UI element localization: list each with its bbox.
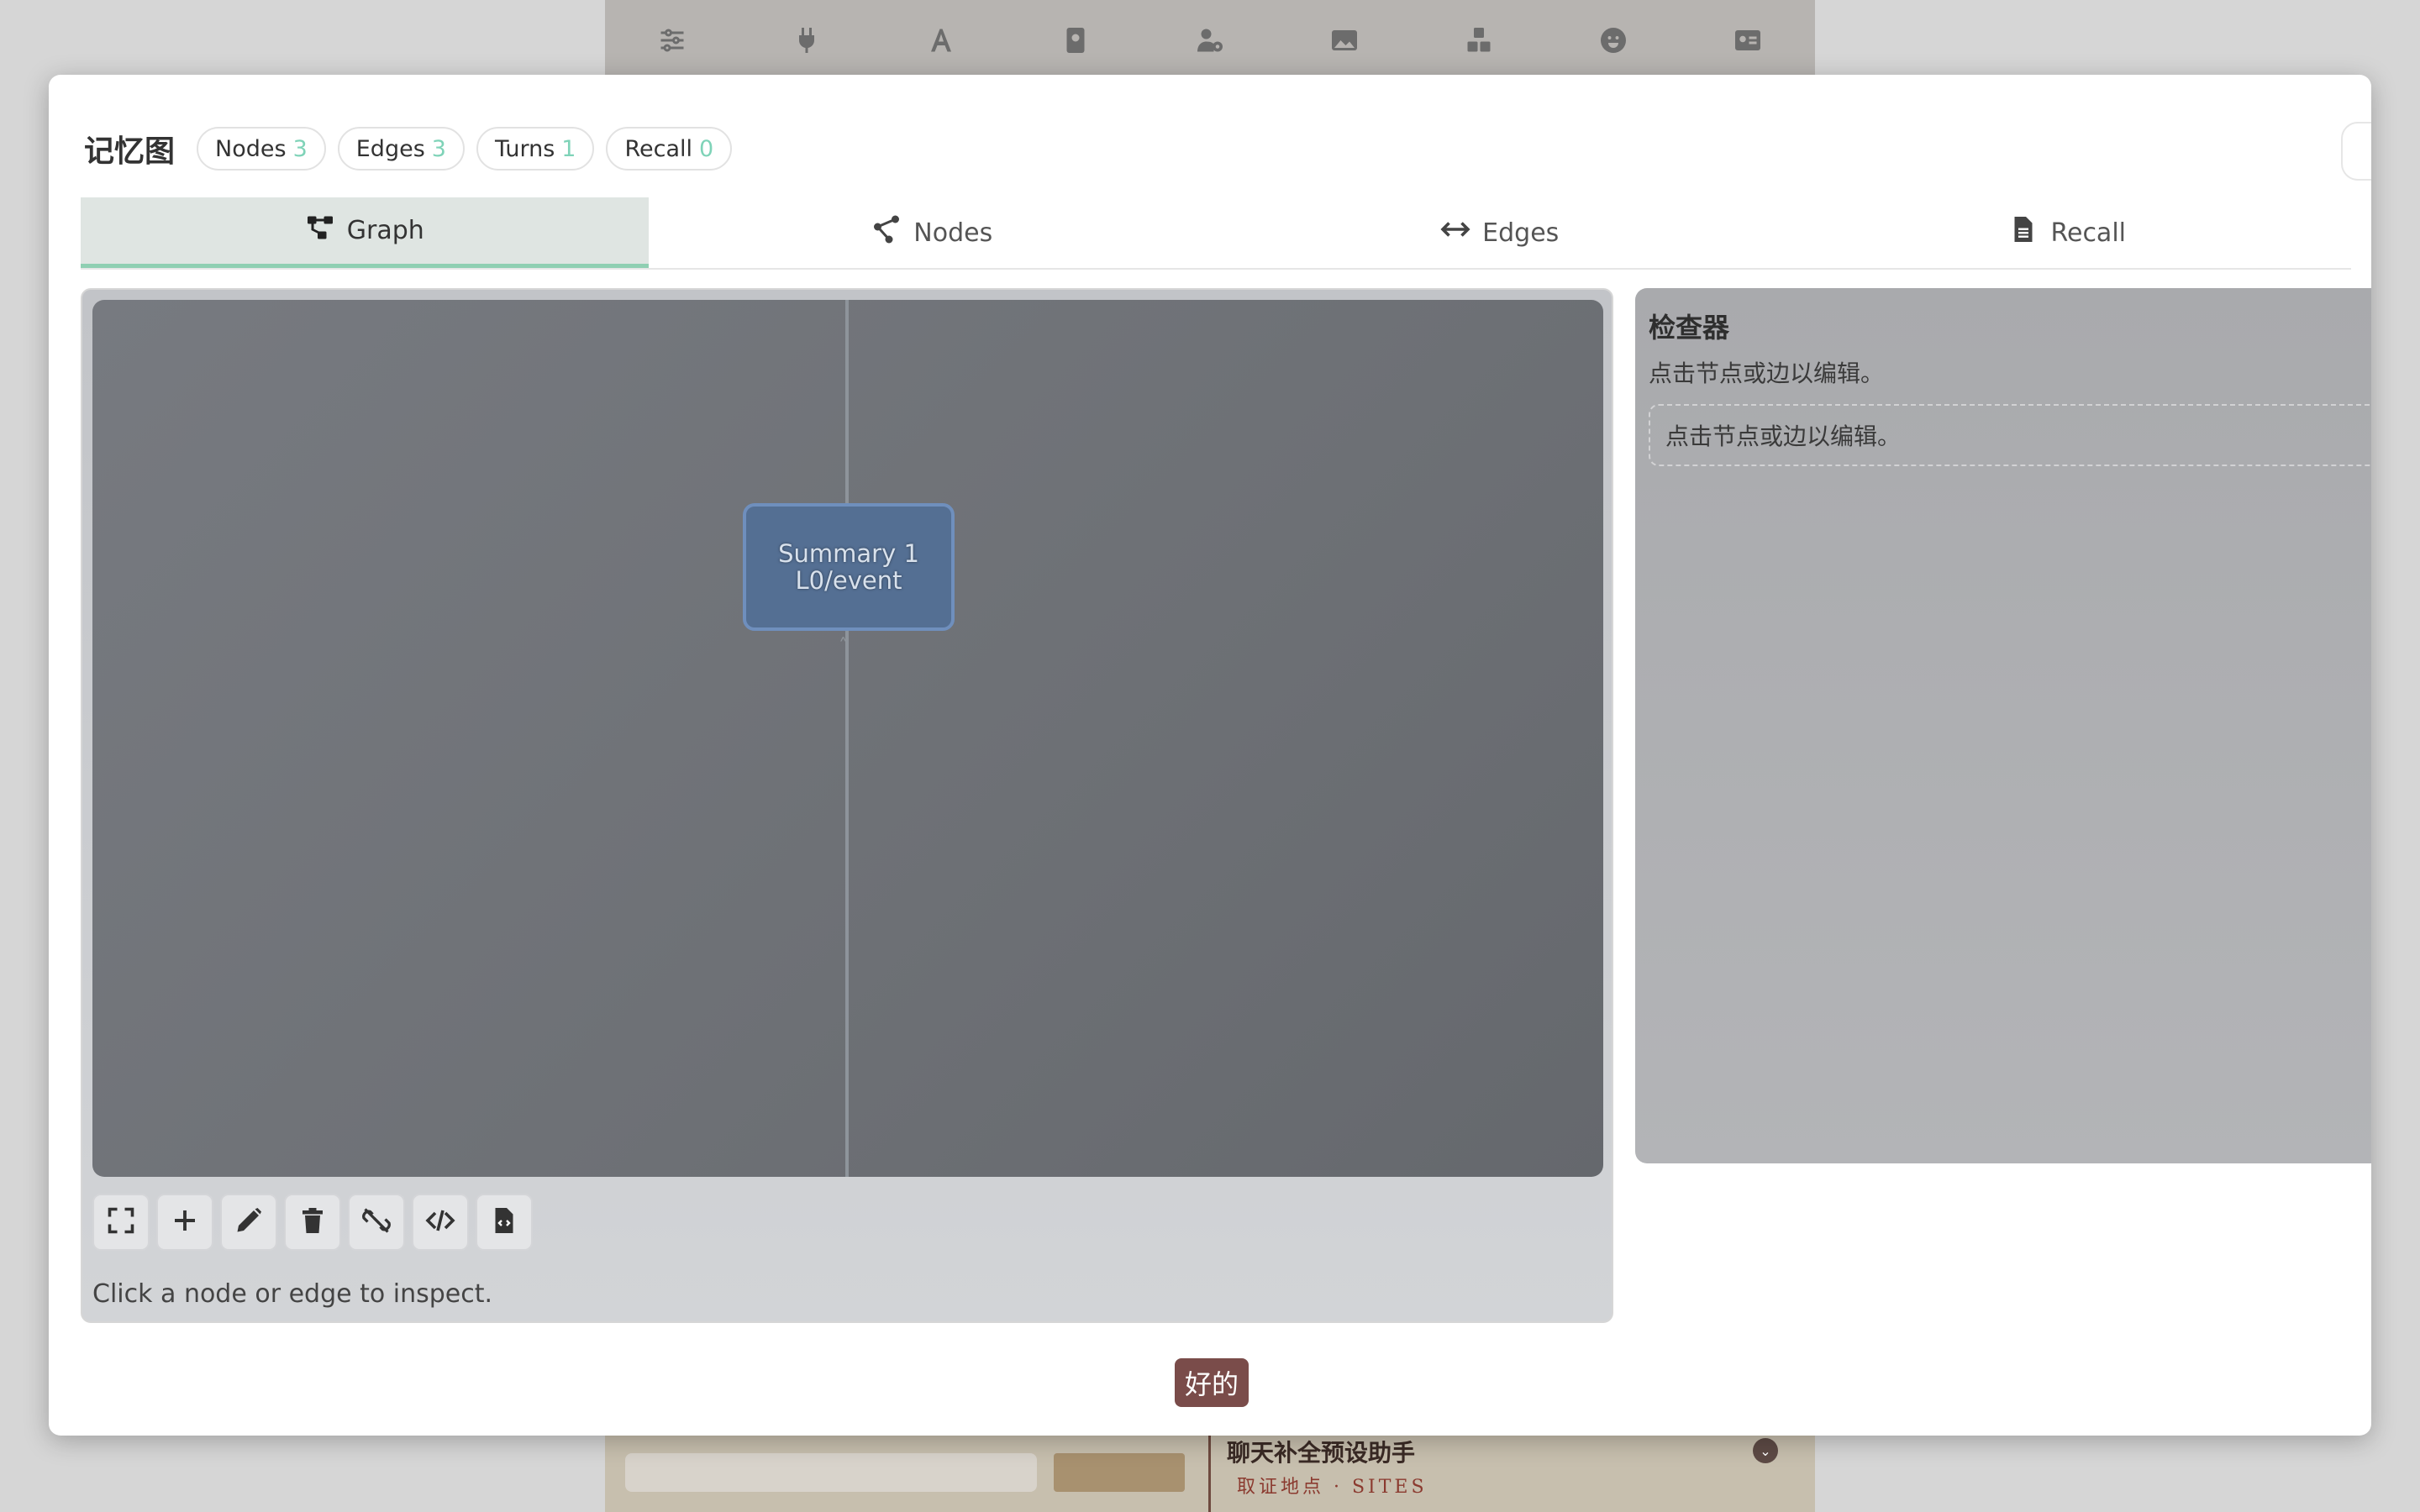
tab-nodes[interactable]: Nodes xyxy=(649,197,1217,268)
modal-header: 记忆图 Nodes 3 Edges 3 Turns 1 Recall 0 xyxy=(84,125,733,172)
trash-icon xyxy=(297,1205,328,1239)
background-input[interactable] xyxy=(625,1453,1037,1492)
smile-icon[interactable] xyxy=(1598,25,1628,55)
graph-panel: Summary 1 L0/event ˄ Click a node or edg… xyxy=(81,288,1613,1323)
nodes-icon xyxy=(871,214,902,251)
modal-title: 记忆图 xyxy=(84,134,176,169)
graph-node[interactable]: Summary 1 L0/event xyxy=(743,503,955,631)
background-subtitle: 取证地点 · SITES xyxy=(1237,1477,1428,1498)
stat-label: Turns xyxy=(494,135,555,162)
header-side-button[interactable] xyxy=(2341,122,2371,181)
inspector-panel: 检查器 点击节点或边以编辑。 点击节点或边以编辑。 xyxy=(1635,288,2371,1163)
expand-icon xyxy=(106,1205,136,1239)
stat-count: 3 xyxy=(431,135,446,162)
graph-edge[interactable] xyxy=(845,300,849,1177)
book-icon[interactable] xyxy=(1060,25,1091,55)
inspect-hint: Click a node or edge to inspect. xyxy=(92,1279,493,1309)
stat-label: Nodes xyxy=(215,135,287,162)
tab-label: Recall xyxy=(2050,218,2126,248)
arrows-horizontal-icon xyxy=(1440,214,1470,251)
stat-count: 3 xyxy=(292,135,308,162)
document-icon xyxy=(2008,214,2039,251)
ok-button[interactable]: 好的 xyxy=(1175,1358,1249,1407)
background-button[interactable] xyxy=(1054,1453,1185,1492)
code-button[interactable] xyxy=(412,1194,469,1251)
fullscreen-button[interactable] xyxy=(92,1194,150,1251)
delete-button[interactable] xyxy=(284,1194,341,1251)
plug-icon[interactable] xyxy=(792,25,822,55)
inspector-placeholder: 点击节点或边以编辑。 xyxy=(1649,404,2371,466)
tab-edges[interactable]: Edges xyxy=(1216,197,1784,268)
background-toolbar xyxy=(605,0,1815,81)
edit-button[interactable] xyxy=(220,1194,277,1251)
stat-recall: Recall 0 xyxy=(606,127,733,171)
file-code-icon xyxy=(489,1205,519,1239)
tab-label: Nodes xyxy=(913,218,993,248)
edge-arrow-icon: ˄ xyxy=(839,636,848,657)
stat-count: 0 xyxy=(699,135,714,162)
unlink-button[interactable] xyxy=(348,1194,405,1251)
memory-graph-modal: 记忆图 Nodes 3 Edges 3 Turns 1 Recall 0 Gra… xyxy=(49,75,2371,1436)
chevron-down-icon[interactable]: ⌄ xyxy=(1753,1438,1778,1463)
add-node-button[interactable] xyxy=(156,1194,213,1251)
stat-edges: Edges 3 xyxy=(337,127,465,171)
sliders-icon[interactable] xyxy=(657,25,687,55)
node-label: Summary 1 xyxy=(778,539,919,568)
background-chat-area: 聊天补全预设助手 取证地点 · SITES ⌄ xyxy=(605,1428,1815,1512)
tab-graph[interactable]: Graph xyxy=(81,197,649,268)
tab-recall[interactable]: Recall xyxy=(1784,197,2352,268)
tab-label: Graph xyxy=(346,216,424,245)
user-gear-icon[interactable] xyxy=(1195,25,1225,55)
code-icon xyxy=(425,1205,455,1239)
tab-label: Edges xyxy=(1482,218,1560,248)
graph-icon xyxy=(305,213,335,249)
stat-turns: Turns 1 xyxy=(476,127,595,171)
plus-icon xyxy=(170,1205,200,1239)
stat-label: Edges xyxy=(355,135,425,162)
export-button[interactable] xyxy=(476,1194,533,1251)
stat-nodes: Nodes 3 xyxy=(197,127,326,171)
stat-count: 1 xyxy=(561,135,576,162)
background-title: 聊天补全预设助手 xyxy=(1227,1439,1416,1467)
cubes-icon[interactable] xyxy=(1464,25,1494,55)
graph-toolbar xyxy=(92,1194,533,1251)
node-type: L0/event xyxy=(795,566,902,595)
inspector-title: 检查器 xyxy=(1649,312,1730,344)
stat-label: Recall xyxy=(624,135,693,162)
id-card-icon[interactable] xyxy=(1733,25,1763,55)
font-icon[interactable] xyxy=(926,25,956,55)
background-divider xyxy=(1208,1428,1211,1512)
tab-bar: Graph Nodes Edges Recall xyxy=(81,197,2351,270)
inspector-subtitle: 点击节点或边以编辑。 xyxy=(1649,360,1885,387)
graph-canvas[interactable]: Summary 1 L0/event ˄ xyxy=(92,300,1603,1177)
image-icon[interactable] xyxy=(1329,25,1360,55)
unlink-icon xyxy=(361,1205,392,1239)
pencil-icon xyxy=(234,1205,264,1239)
